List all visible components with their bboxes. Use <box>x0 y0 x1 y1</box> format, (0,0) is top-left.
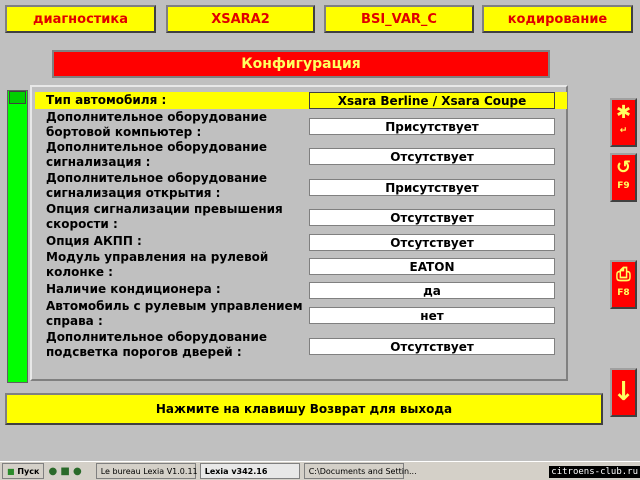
scroll-down-button[interactable]: ↓ <box>610 368 637 417</box>
validate-button[interactable]: ✱ ↵ <box>610 98 637 147</box>
row-label: Опция АКПП : <box>46 234 142 248</box>
print-icon: ⎙ <box>616 264 631 285</box>
start-button[interactable]: ■ Пуск <box>2 463 45 479</box>
quicklaunch-icons[interactable]: ● ■ ● <box>48 466 81 477</box>
watermark: citroens-club.ru <box>549 466 640 478</box>
row-label: Дополнительное оборудование сигнализация… <box>46 140 268 169</box>
row-label: Дополнительное оборудование бортовой ком… <box>46 110 268 139</box>
tab-vehicle[interactable]: XSARA2 <box>166 5 315 33</box>
start-label: Пуск <box>17 466 40 476</box>
exit-message-bar: Нажмите на клавишу Возврат для выхода <box>5 393 603 425</box>
asterisk-enter-icon: ✱ <box>615 102 632 123</box>
row-label: Автомобиль с рулевым управлением справа … <box>46 299 303 328</box>
key-label: F9 <box>617 181 630 191</box>
tab-ecu[interactable]: BSI_VAR_C <box>324 5 474 33</box>
row-label: Дополнительное оборудование подсветка по… <box>46 330 268 359</box>
row-value[interactable]: Отсутствует <box>309 209 555 226</box>
taskbar: ■ Пуск ● ■ ● Le bureau Lexia V1.0.11 Lex… <box>0 461 640 480</box>
row-value[interactable]: Отсутствует <box>309 148 555 165</box>
row-value[interactable]: Присутствует <box>309 179 555 196</box>
tab-diagnostics[interactable]: диагностика <box>5 5 156 33</box>
scroll-thumb[interactable] <box>9 91 26 104</box>
scrollbar[interactable] <box>7 90 28 383</box>
key-label: F8 <box>617 288 630 298</box>
row-label: Наличие кондиционера : <box>46 282 221 296</box>
row-value[interactable]: да <box>309 282 555 299</box>
taskbar-item[interactable]: Le bureau Lexia V1.0.11 <box>95 463 198 479</box>
tab-coding[interactable]: кодирование <box>482 5 633 33</box>
row-value[interactable]: Присутствует <box>309 118 555 135</box>
row-label: Модуль управления на рулевой колонке : <box>46 250 269 279</box>
row-label: Тип автомобиля : <box>46 93 167 107</box>
row-value[interactable]: Отсутствует <box>309 338 555 355</box>
refresh-icon: ↺ <box>615 157 632 178</box>
refresh-button[interactable]: ↺ F9 <box>610 153 637 202</box>
config-row[interactable]: Тип автомобиля : Xsara Berline / Xsara C… <box>35 92 567 109</box>
page-title: Конфигурация <box>52 50 550 78</box>
row-value[interactable]: Xsara Berline / Xsara Coupe <box>309 92 555 109</box>
row-label: Дополнительное оборудование сигнализация… <box>46 171 268 200</box>
row-value[interactable]: Отсутствует <box>309 234 555 251</box>
taskbar-item[interactable]: C:\Documents and Settin... <box>303 463 417 479</box>
row-value[interactable]: нет <box>309 307 555 324</box>
arrow-down-icon: ↓ <box>612 377 635 407</box>
key-label: ↵ <box>619 126 628 136</box>
taskbar-item-active[interactable]: Lexia v342.16 <box>199 463 300 479</box>
print-button[interactable]: ⎙ F8 <box>610 260 637 309</box>
row-value[interactable]: EATON <box>309 258 555 275</box>
windows-icon: ■ <box>7 466 15 476</box>
row-label: Опция сигнализации превышения скорости : <box>46 202 283 231</box>
